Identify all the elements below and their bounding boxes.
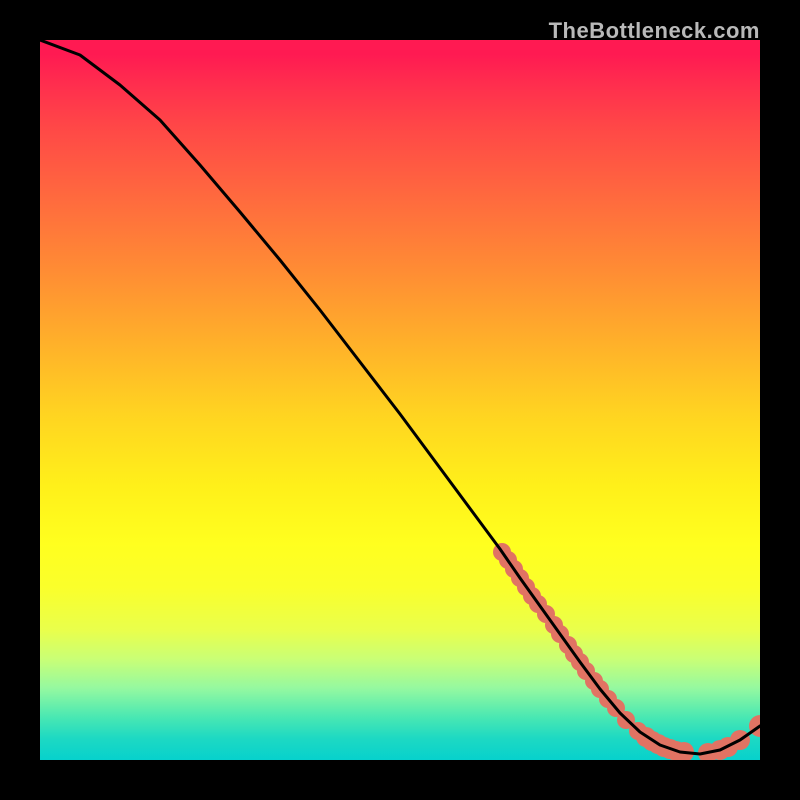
- chart-stage: TheBottleneck.com: [0, 0, 800, 800]
- main-curve: [40, 40, 760, 754]
- plot-area: [40, 40, 760, 760]
- highlight-dots-layer: [493, 543, 760, 760]
- chart-svg: [40, 40, 760, 760]
